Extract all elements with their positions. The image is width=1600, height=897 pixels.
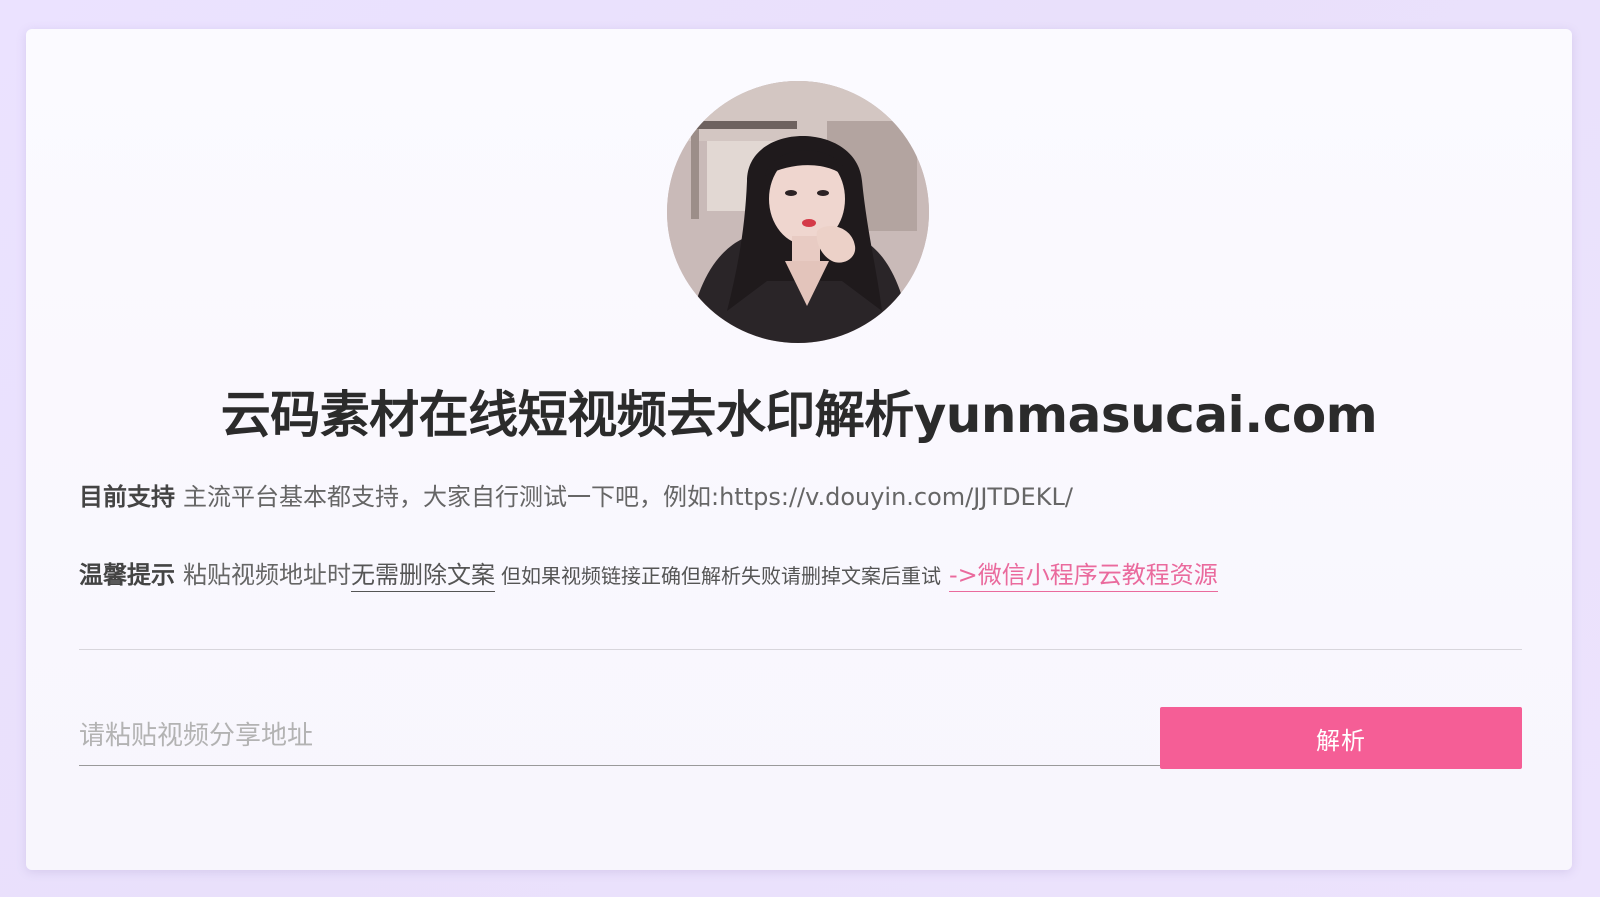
avatar-photo: [667, 81, 929, 343]
avatar: [667, 81, 929, 343]
tip-info: 温馨提示 粘贴视频地址时无需删除文案 但如果视频链接正确但解析失败请删掉文案后重试 -…: [79, 558, 1218, 593]
tip-note: 但如果视频链接正确但解析失败请删掉文案后重试: [501, 564, 941, 588]
wechat-tutorial-link[interactable]: ->微信小程序云教程资源: [949, 561, 1218, 592]
tip-text: 粘贴视频地址时: [183, 561, 351, 589]
video-url-input[interactable]: [79, 706, 1160, 766]
page-title: 云码素材在线短视频去水印解析yunmasucai.com: [220, 386, 1378, 444]
support-label: 目前支持: [79, 483, 175, 511]
support-info: 目前支持 主流平台基本都支持，大家自行测试一下吧，例如:https://v.dou…: [79, 480, 1073, 514]
tip-emphasis: 无需删除文案: [351, 561, 495, 592]
divider: [79, 649, 1522, 650]
main-card: 云码素材在线短视频去水印解析yunmasucai.com 目前支持 主流平台基本都…: [26, 29, 1572, 870]
support-text: 主流平台基本都支持，大家自行测试一下吧，例如:https://v.douyin.…: [183, 483, 1073, 511]
parse-button[interactable]: 解析: [1160, 707, 1522, 769]
tip-label: 温馨提示: [79, 561, 175, 589]
